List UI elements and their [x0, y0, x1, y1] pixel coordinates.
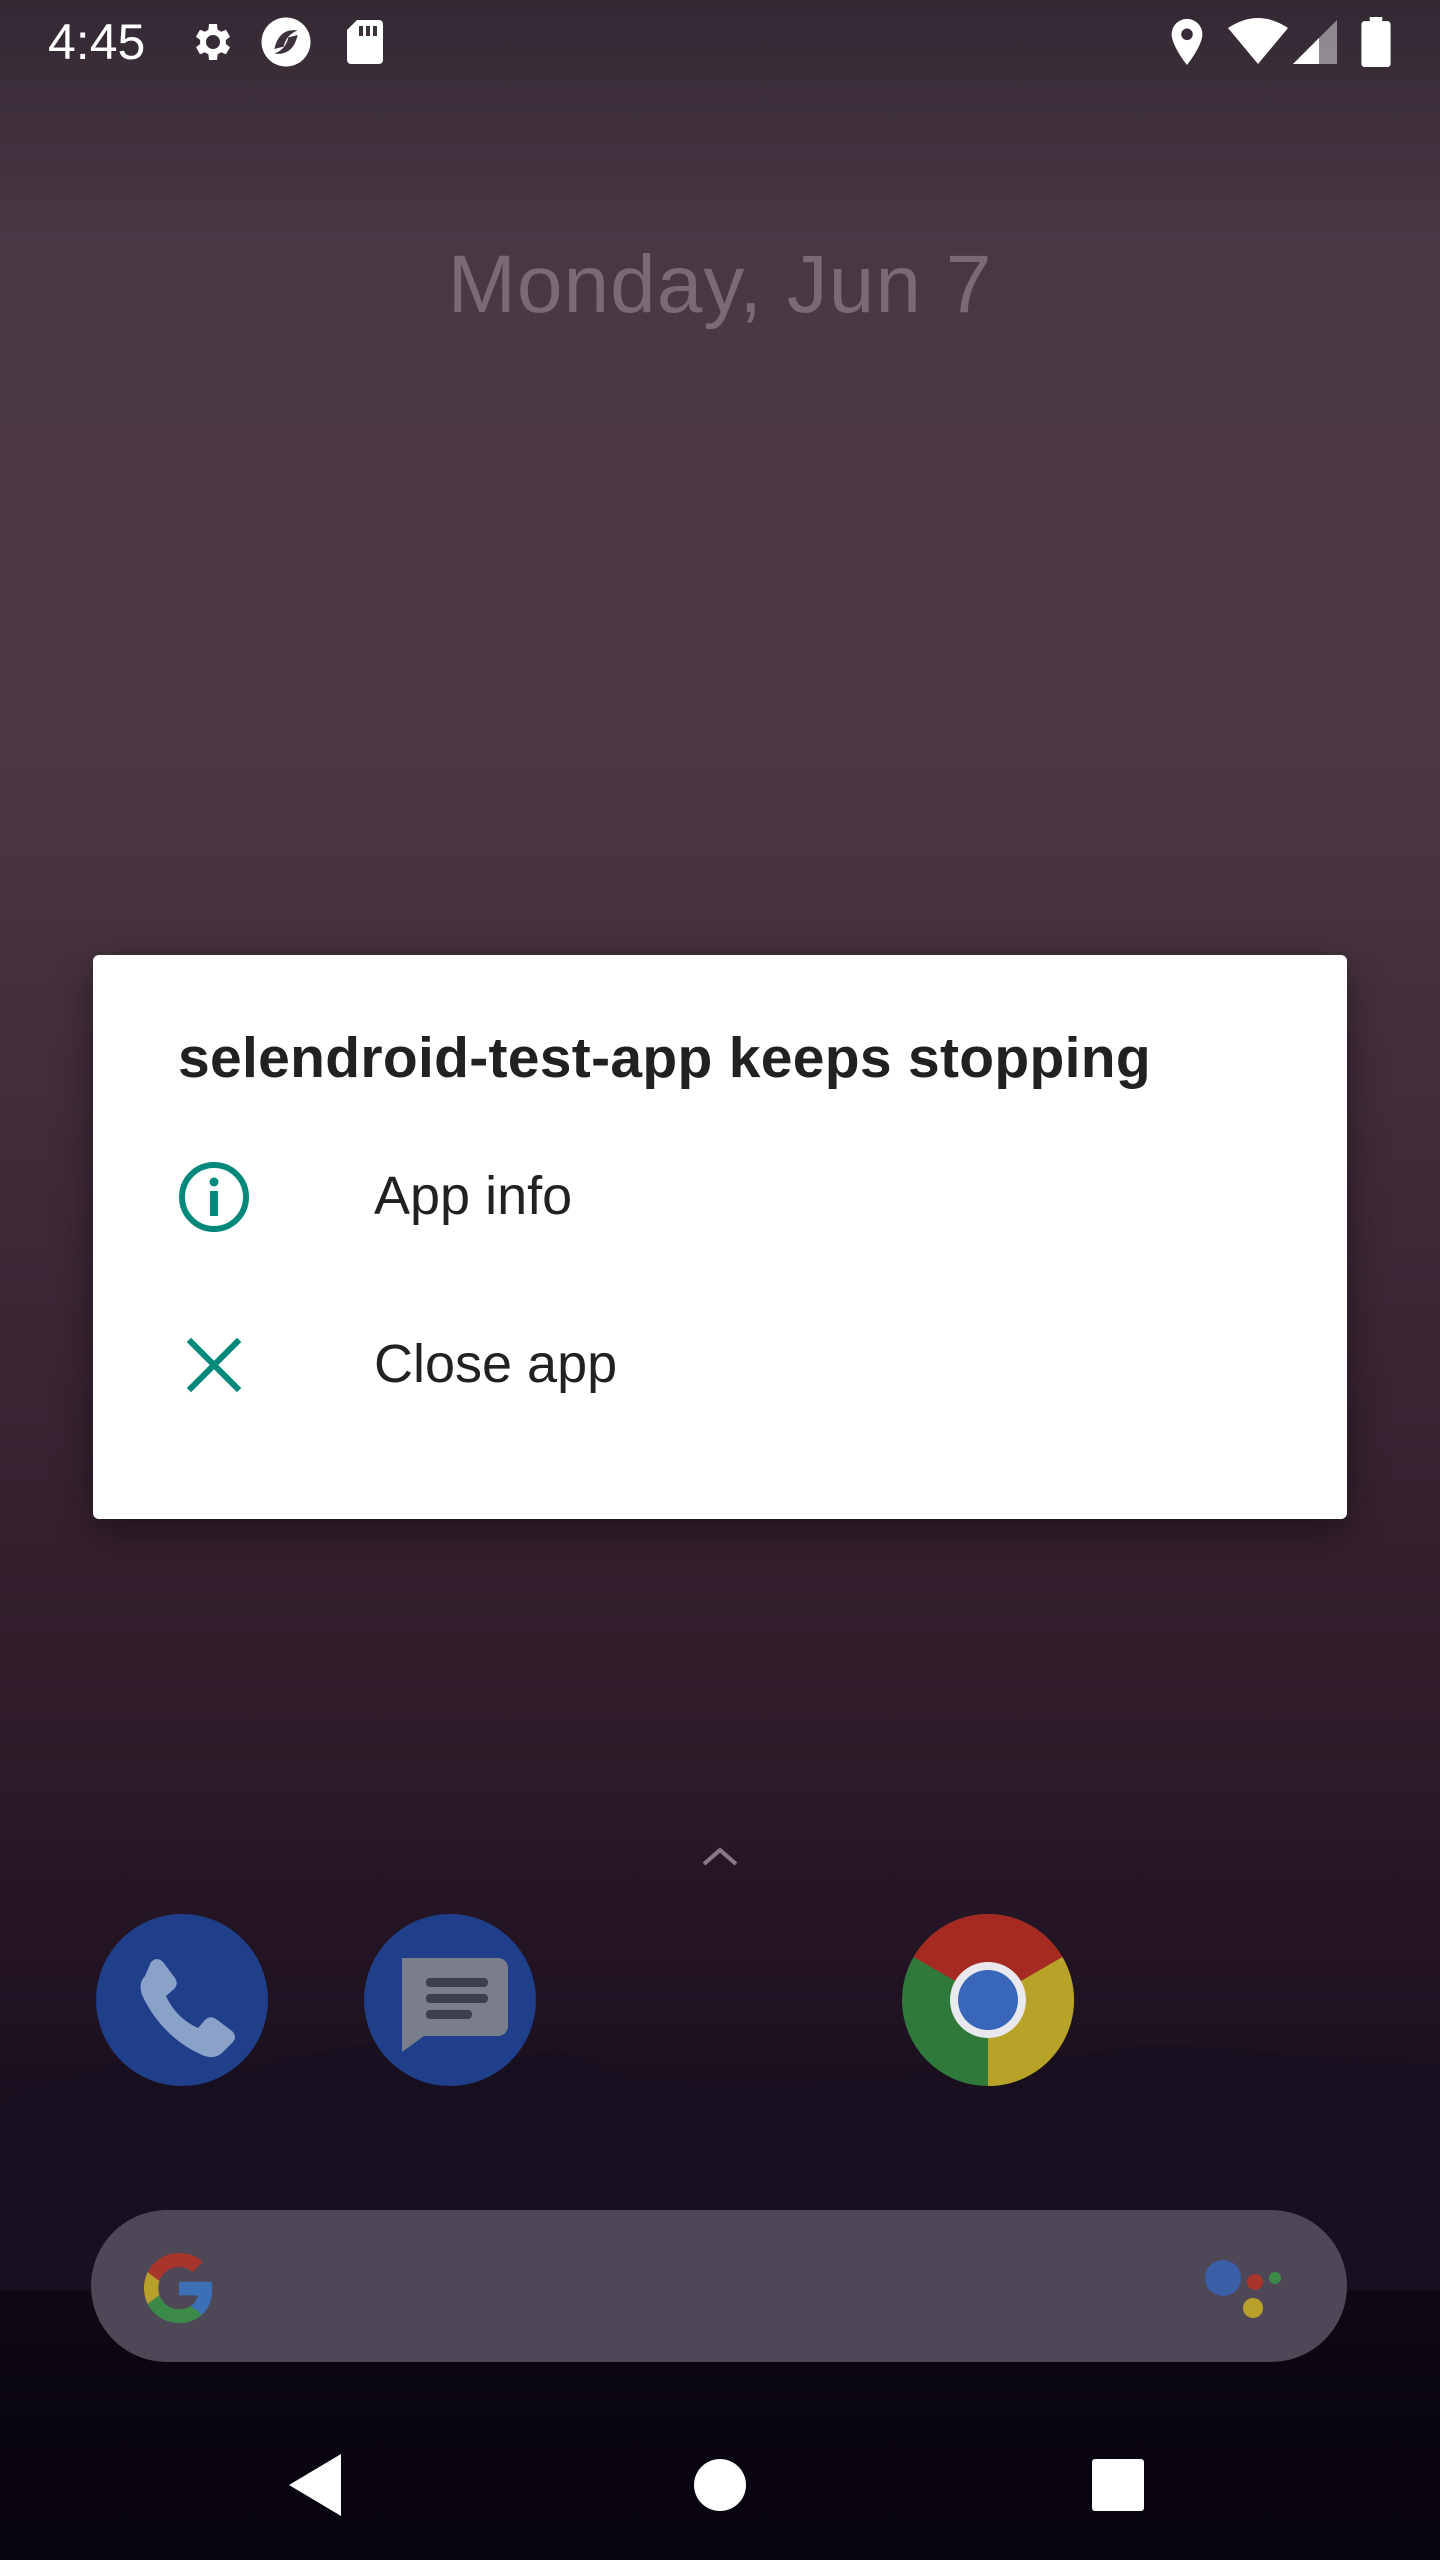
location-icon	[1164, 14, 1210, 70]
status-time: 4:45	[48, 14, 146, 70]
info-icon	[179, 1162, 249, 1232]
app-notification-icon	[256, 14, 316, 70]
app-info-label: App info	[374, 1166, 573, 1226]
home-icon[interactable]	[675, 2440, 765, 2530]
app-info-option[interactable]: App info	[93, 1117, 1347, 1277]
close-app-label: Close app	[374, 1334, 618, 1394]
back-icon[interactable]	[270, 2440, 360, 2530]
cell-signal-icon	[1290, 14, 1340, 70]
chrome-app-icon[interactable]	[902, 1913, 1075, 2086]
app-crash-dialog: selendroid-test-app keeps stopping App i…	[93, 955, 1347, 1519]
close-icon	[186, 1337, 242, 1393]
battery-icon	[1356, 14, 1396, 70]
app-drawer-caret-icon[interactable]	[694, 1838, 746, 1874]
messages-app-icon[interactable]	[364, 1914, 536, 2086]
close-app-option[interactable]: Close app	[93, 1285, 1347, 1445]
status-bar: 4:45	[0, 0, 1440, 84]
gear-icon	[183, 14, 239, 70]
navigation-bar	[0, 2400, 1440, 2560]
dialog-title: selendroid-test-app keeps stopping	[178, 1026, 1151, 1090]
google-search-bar[interactable]	[91, 2210, 1347, 2362]
phone-app-icon[interactable]	[96, 1914, 268, 2086]
google-assistant-icon	[1205, 2260, 1281, 2318]
google-g-icon	[144, 2253, 213, 2323]
sd-card-icon	[340, 14, 390, 70]
recents-icon[interactable]	[1073, 2440, 1163, 2530]
home-date[interactable]: Monday, Jun 7	[0, 238, 1440, 332]
wifi-icon	[1226, 14, 1290, 70]
